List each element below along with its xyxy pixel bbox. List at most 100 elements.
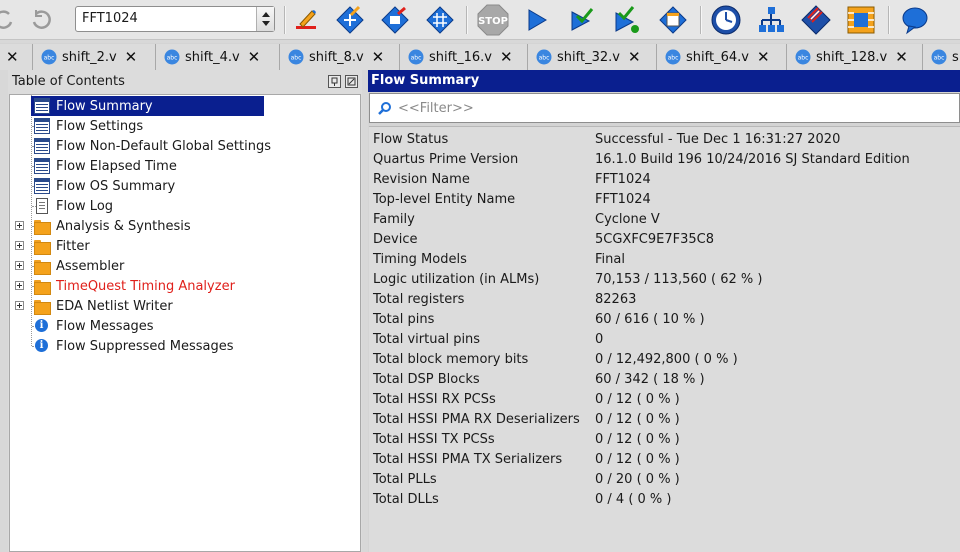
table-row[interactable]: Device 5CGXFC9E7F35C8	[369, 230, 960, 250]
revision-select[interactable]: FFT1024	[75, 6, 275, 32]
toc-item-label: Flow Settings	[56, 118, 144, 134]
table-row[interactable]: Total HSSI RX PCSs 0 / 12 ( 0 % )	[369, 390, 960, 410]
file-tab[interactable]: abc s	[923, 44, 960, 70]
close-icon[interactable]: ✕	[6, 48, 19, 66]
tab-label: s	[952, 49, 959, 65]
assignment-icon[interactable]	[799, 3, 833, 37]
back-icon[interactable]	[0, 3, 20, 37]
toc-item-timequest-timing-analyzer[interactable]: TimeQuest Timing Analyzer	[31, 276, 235, 296]
tab-label: shift_2.v	[62, 49, 117, 65]
table-row[interactable]: Total HSSI PMA RX Deserializers 0 / 12 ( …	[369, 410, 960, 430]
close-icon[interactable]: ✕	[895, 48, 908, 66]
toc-item-assembler[interactable]: Assembler	[31, 256, 124, 276]
tab-label: shift_128.v	[816, 49, 888, 65]
expand-icon[interactable]	[15, 241, 24, 250]
toc-item-fitter[interactable]: Fitter	[31, 236, 90, 256]
row-value: 0 / 20 ( 0 % )	[595, 472, 680, 487]
spin-arrows-icon[interactable]	[256, 7, 274, 31]
float-icon[interactable]	[345, 75, 358, 88]
toc-item-label: Flow Log	[56, 198, 114, 214]
file-tab[interactable]: abc shift_16.v ✕	[400, 44, 528, 70]
toc-title: Table of Contents	[12, 74, 125, 89]
toc-item-analysis-synthesis[interactable]: Analysis & Synthesis	[31, 216, 191, 236]
expand-icon[interactable]	[15, 221, 24, 230]
row-value: 70,153 / 113,560 ( 62 % )	[595, 272, 763, 287]
table-row[interactable]: Total DLLs 0 / 4 ( 0 % )	[369, 490, 960, 510]
row-key: Revision Name	[373, 172, 470, 187]
table-row[interactable]: Total PLLs 0 / 20 ( 0 % )	[369, 470, 960, 490]
toc-item-label: Flow Elapsed Time	[56, 158, 177, 174]
table-row[interactable]: Flow Status Successful - Tue Dec 1 16:31:…	[369, 130, 960, 150]
table-row[interactable]: Family Cyclone V	[369, 210, 960, 230]
timequest-icon[interactable]	[709, 3, 743, 37]
table-row[interactable]: Top-level Entity Name FFT1024	[369, 190, 960, 210]
tab-label: shift_32.v	[557, 49, 620, 65]
file-tab[interactable]: abc shift_64.v ✕	[657, 44, 787, 70]
toc-item-flow-non-default-global-settings[interactable]: Flow Non-Default Global Settings	[31, 136, 271, 156]
row-key: Total DSP Blocks	[373, 372, 480, 387]
file-tab[interactable]: abc shift_2.v ✕	[33, 44, 156, 70]
file-tab[interactable]: abc shift_8.v ✕	[280, 44, 400, 70]
edit-settings-icon[interactable]	[289, 3, 323, 37]
table-row[interactable]: Total HSSI TX PCSs 0 / 12 ( 0 % )	[369, 430, 960, 450]
stop-icon[interactable]: STOP	[476, 3, 510, 37]
toc-item-flow-os-summary[interactable]: Flow OS Summary	[31, 176, 175, 196]
file-tab[interactable]: abc shift_32.v ✕	[528, 44, 657, 70]
row-value: 0 / 12,492,800 ( 0 % )	[595, 352, 738, 367]
close-icon[interactable]: ✕	[372, 48, 385, 66]
compile-icon[interactable]	[378, 3, 412, 37]
fitter-icon[interactable]	[423, 3, 457, 37]
table-row[interactable]: Logic utilization (in ALMs) 70,153 / 113,…	[369, 270, 960, 290]
pin-icon[interactable]	[328, 75, 341, 88]
table-row[interactable]: Total pins 60 / 616 ( 10 % )	[369, 310, 960, 330]
forward-icon[interactable]	[25, 3, 59, 37]
toc-item-flow-suppressed-messages[interactable]: Flow Suppressed Messages	[31, 336, 234, 356]
revision-value: FFT1024	[82, 11, 138, 26]
close-icon[interactable]: ✕	[125, 48, 138, 66]
table-row[interactable]: Total block memory bits 0 / 12,492,800 ( …	[369, 350, 960, 370]
table-row[interactable]: Timing Models Final	[369, 250, 960, 270]
toc-item-label: Flow Suppressed Messages	[56, 338, 234, 354]
file-tab[interactable]: ✕	[0, 44, 33, 70]
analysis-icon[interactable]	[333, 3, 367, 37]
expand-icon[interactable]	[15, 301, 24, 310]
toc-item-flow-log[interactable]: Flow Log	[31, 196, 113, 216]
netlist-viewer-icon[interactable]	[754, 3, 788, 37]
folder-icon	[34, 218, 51, 235]
table-row[interactable]: Total virtual pins 0	[369, 330, 960, 350]
verilog-file-icon: abc	[795, 49, 811, 65]
table-row[interactable]: Total registers 82263	[369, 290, 960, 310]
check-icon[interactable]	[564, 3, 598, 37]
toc-item-flow-messages[interactable]: Flow Messages	[31, 316, 154, 336]
table-row[interactable]: Total DSP Blocks 60 / 342 ( 18 % )	[369, 370, 960, 390]
toc-item-flow-settings[interactable]: Flow Settings	[31, 116, 143, 136]
close-icon[interactable]: ✕	[628, 48, 641, 66]
start-compilation-icon[interactable]	[520, 3, 554, 37]
report-title: Flow Summary	[368, 70, 960, 92]
row-value: 0 / 12 ( 0 % )	[595, 432, 680, 447]
file-tab-bar: ✕ abc shift_2.v ✕ abc shift_4.v ✕ abc sh…	[0, 43, 960, 70]
table-row[interactable]: Total HSSI PMA TX Serializers 0 / 12 ( 0 …	[369, 450, 960, 470]
expand-icon[interactable]	[15, 281, 24, 290]
chip-planner-icon[interactable]	[844, 3, 878, 37]
table-row[interactable]: Quartus Prime Version 16.1.0 Build 196 10…	[369, 150, 960, 170]
toc-item-eda-netlist-writer[interactable]: EDA Netlist Writer	[31, 296, 173, 316]
table-row[interactable]: Revision Name FFT1024	[369, 170, 960, 190]
table-of-contents-panel: Table of Contents Flow Summary Flow Sett…	[8, 70, 362, 552]
toc-item-label: TimeQuest Timing Analyzer	[56, 278, 235, 294]
expand-icon[interactable]	[15, 261, 24, 270]
help-icon[interactable]	[898, 3, 932, 37]
toc-header: Table of Contents	[8, 70, 362, 94]
program-check-icon[interactable]	[609, 3, 643, 37]
report-icon[interactable]	[656, 3, 690, 37]
file-tab[interactable]: abc shift_128.v ✕	[787, 44, 923, 70]
toc-item-flow-summary[interactable]: Flow Summary	[31, 96, 264, 116]
document-icon	[36, 198, 48, 214]
info-icon	[34, 338, 50, 354]
close-icon[interactable]: ✕	[248, 48, 261, 66]
file-tab[interactable]: abc shift_4.v ✕	[156, 44, 280, 70]
filter-input[interactable]	[398, 98, 938, 118]
toc-item-flow-elapsed-time[interactable]: Flow Elapsed Time	[31, 156, 177, 176]
close-icon[interactable]: ✕	[500, 48, 513, 66]
close-icon[interactable]: ✕	[757, 48, 770, 66]
